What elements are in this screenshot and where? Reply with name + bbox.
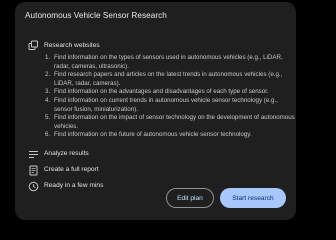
step-number: 6. bbox=[45, 131, 51, 139]
list-item: 3. Find information on the advantages and… bbox=[38, 88, 296, 97]
list-item: 2. Find research papers and articles on t… bbox=[38, 71, 296, 88]
research-steps-list: 1. Find information on the types of senso… bbox=[38, 54, 296, 140]
step-text: Find research papers and articles on the… bbox=[54, 71, 283, 87]
clock-icon bbox=[28, 181, 39, 192]
step-text: Find information on current trends in au… bbox=[54, 96, 278, 113]
step-number: 4. bbox=[45, 96, 51, 104]
list-icon bbox=[29, 151, 38, 158]
search-plan-icon bbox=[28, 40, 38, 50]
list-item: 1. Find information on the types of senso… bbox=[38, 54, 296, 71]
list-item: 5. Find information on the impact of sens… bbox=[38, 114, 296, 131]
analyze-results-label: Analyze results bbox=[44, 150, 89, 157]
start-research-button[interactable]: Start research bbox=[220, 188, 286, 208]
create-report-label: Create a full report bbox=[44, 166, 99, 173]
step-number: 2. bbox=[45, 71, 51, 79]
edit-plan-button[interactable]: Edit plan bbox=[166, 188, 214, 208]
ready-time-label: Ready in a few mins bbox=[44, 182, 104, 189]
step-text: Find information on the advantages and d… bbox=[54, 88, 269, 96]
research-plan-card: Autonomous Vehicle Sensor Research Resea… bbox=[15, 2, 296, 220]
step-text: Find information on the impact of sensor… bbox=[54, 114, 295, 130]
step-number: 3. bbox=[45, 88, 51, 96]
list-item: 6. Find information on the future of auto… bbox=[38, 131, 296, 140]
plan-title: Autonomous Vehicle Sensor Research bbox=[25, 11, 167, 20]
research-websites-label: Research websites bbox=[44, 42, 100, 49]
plan-actions: Edit plan Start research bbox=[166, 188, 286, 208]
document-icon bbox=[29, 165, 38, 176]
step-number: 5. bbox=[45, 114, 51, 122]
step-text: Find information on the future of autono… bbox=[54, 131, 252, 139]
list-item: 4. Find information on current trends in … bbox=[38, 97, 296, 114]
step-text: Find information on the types of sensors… bbox=[54, 54, 283, 70]
step-number: 1. bbox=[45, 54, 51, 61]
